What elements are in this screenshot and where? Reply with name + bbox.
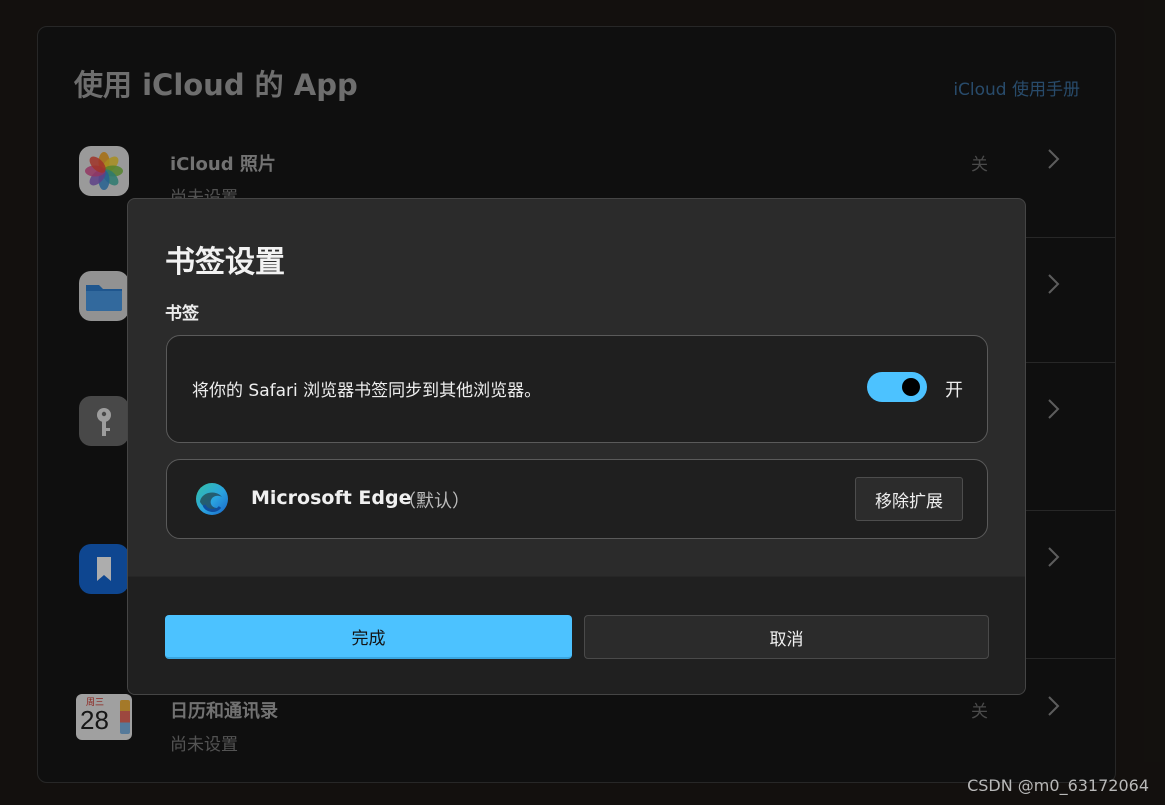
toggle-knob — [902, 378, 920, 396]
toggle-state-label: 开 — [945, 380, 963, 401]
watermark: CSDN @m0_63172064 — [967, 776, 1149, 795]
browser-card: Microsoft Edge （默认） 移除扩展 — [166, 459, 988, 539]
cancel-button[interactable]: 取消 — [584, 615, 989, 659]
sync-toggle[interactable] — [867, 372, 927, 402]
dialog-footer: 完成 取消 — [128, 576, 1025, 694]
sync-settings-card: 将你的 Safari 浏览器书签同步到其他浏览器。 开 — [166, 335, 988, 443]
bookmark-settings-dialog: 书签设置 书签 将你的 Safari 浏览器书签同步到其他浏览器。 开 Micr… — [127, 198, 1026, 695]
browser-name: Microsoft Edge — [251, 487, 412, 509]
remove-extension-button[interactable]: 移除扩展 — [855, 477, 963, 521]
sync-description: 将你的 Safari 浏览器书签同步到其他浏览器。 — [192, 381, 542, 401]
dialog-title: 书签设置 — [165, 245, 285, 280]
done-button[interactable]: 完成 — [165, 615, 572, 659]
browser-default-label: （默认） — [398, 491, 470, 512]
bookmarks-section-label: 书签 — [165, 304, 199, 324]
edge-icon — [194, 481, 230, 517]
